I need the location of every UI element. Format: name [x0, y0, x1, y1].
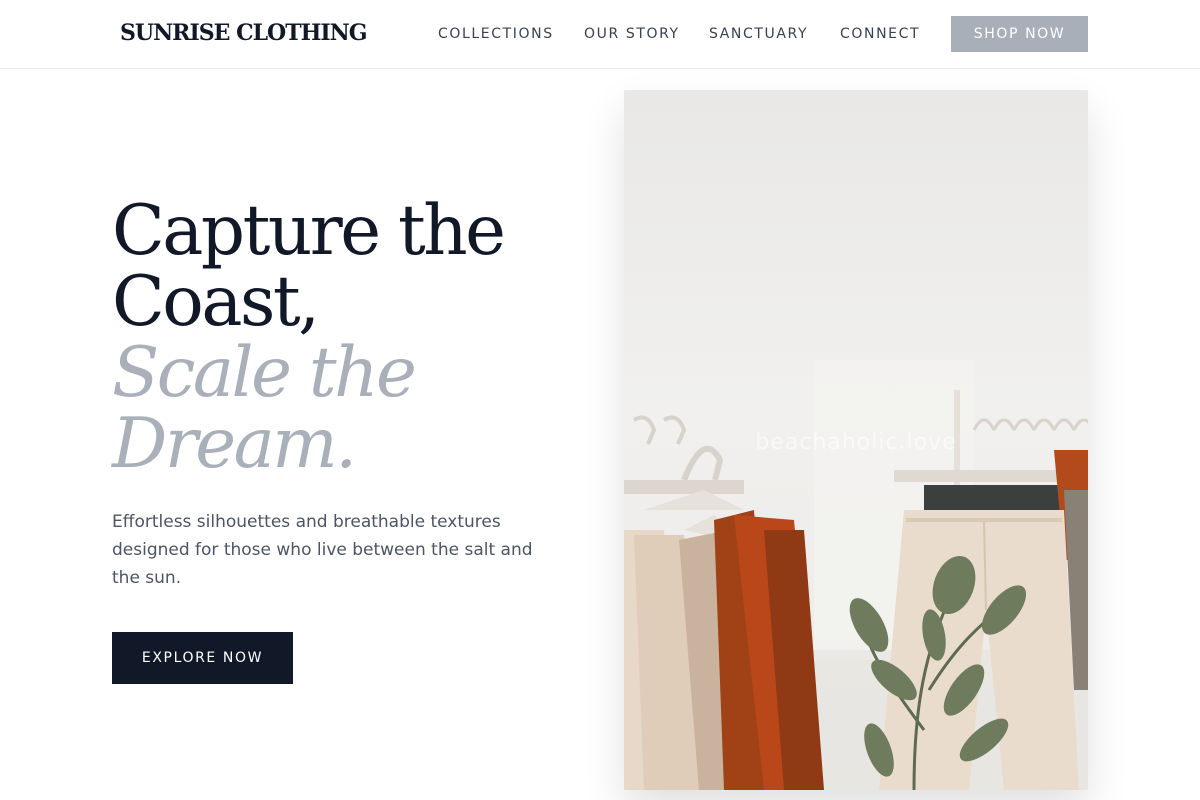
shop-now-button[interactable]: SHOP NOW — [951, 16, 1088, 52]
hero-title-line-4: Dream. — [112, 404, 357, 484]
explore-now-button[interactable]: EXPLORE NOW — [112, 632, 293, 684]
nav-link-our-story[interactable]: OUR STORY — [584, 25, 680, 43]
brand-logo[interactable]: SUNRISE CLOTHING — [120, 20, 368, 46]
hero-title: Capture the Coast, Scale the Dream. — [112, 196, 582, 480]
top-navigation-bar: SUNRISE CLOTHING COLLECTIONS OUR STORY S… — [0, 0, 1200, 69]
image-watermark: beachaholic.love — [755, 430, 957, 455]
hero-title-line-3: Scale the — [112, 333, 417, 413]
hero-image-clothing-rack: beachaholic.love — [624, 90, 1088, 790]
hero-subtitle: Effortless silhouettes and breathable te… — [112, 512, 533, 588]
hero-title-line-2: Coast, — [112, 262, 320, 342]
nav-link-connect[interactable]: CONNECT — [840, 25, 920, 43]
nav-link-sanctuary[interactable]: SANCTUARY — [709, 25, 808, 43]
nav-link-collections[interactable]: COLLECTIONS — [438, 25, 554, 43]
hero-title-line-1: Capture the — [112, 191, 506, 271]
